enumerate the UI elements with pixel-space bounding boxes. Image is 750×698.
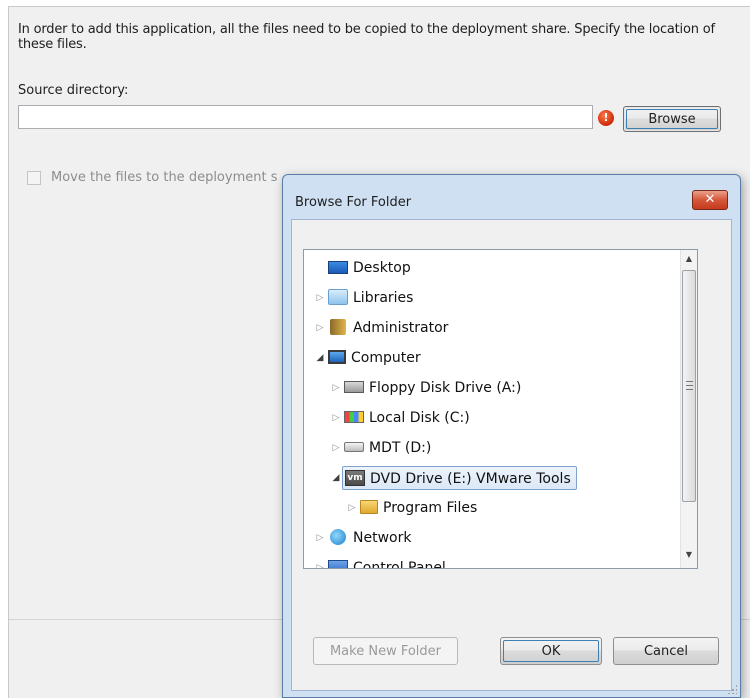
scroll-down-icon[interactable]: ▼ [681,546,697,563]
error-icon: ! [598,110,614,126]
tree-item-label: Local Disk (C:) [369,410,470,426]
libraries-icon [328,289,348,305]
make-new-folder-button[interactable]: Make New Folder [313,637,458,665]
tree-item-dvd-drive-e-vmware-tools[interactable]: ◢ vm DVD Drive (E:) VMware Tools [330,466,577,490]
cancel-button[interactable]: Cancel [613,637,719,665]
tree-item-content[interactable]: Control Panel [326,556,451,569]
collapsed-arrow-icon[interactable]: ▷ [330,436,342,460]
collapsed-arrow-icon[interactable]: ▷ [314,526,326,550]
tree-item-label: Floppy Disk Drive (A:) [369,380,522,396]
tree-item-computer[interactable]: ◢ Computer [314,346,426,370]
folder-tree[interactable]: Desktop ▷ Libraries ▷ Administrator ◢ Computer… [303,249,698,569]
move-files-label: Move the files to the deployment s [51,170,278,185]
tree-item-network[interactable]: ▷ Network [314,526,416,550]
source-directory-label: Source directory: [18,83,129,98]
tree-item-program-files[interactable]: ▷ Program Files [346,496,482,520]
tree-item-content[interactable]: vm DVD Drive (E:) VMware Tools [342,466,577,490]
dialog-title: Browse For Folder [295,195,412,210]
tree-item-label: Network [353,530,412,546]
user-folder-icon [330,319,346,335]
floppy-drive-icon [344,381,364,393]
tree-item-administrator[interactable]: ▷ Administrator [314,316,453,340]
collapsed-arrow-icon[interactable]: ▷ [330,376,342,400]
vertical-scrollbar[interactable]: ▲ ▼ [680,250,697,568]
tree-item-control-panel[interactable]: ▷ Control Panel [314,556,451,569]
tree-item-label: Computer [351,350,421,366]
scroll-up-icon[interactable]: ▲ [681,250,697,267]
folder-icon [360,500,378,514]
computer-icon [328,350,346,364]
close-icon[interactable]: ✕ [692,190,728,210]
tree-item-mdt-d[interactable]: ▷ MDT (D:) [330,436,436,460]
tree-item-content[interactable]: Computer [326,346,426,370]
tree-item-label: MDT (D:) [369,440,432,456]
tree-item-label: Libraries [353,290,414,306]
tree-item-label: Program Files [383,500,478,516]
tree-item-floppy-disk-drive-a[interactable]: ▷ Floppy Disk Drive (A:) [330,376,526,400]
browse-button[interactable]: Browse [623,106,721,132]
expanded-arrow-icon[interactable]: ◢ [314,346,326,370]
desktop-icon [328,260,348,274]
tree-item-label: Administrator [353,320,449,336]
control-panel-icon [328,560,348,568]
tree-item-label: Desktop [353,260,411,276]
tree-item-content[interactable]: Local Disk (C:) [342,406,475,430]
tree-item-content[interactable]: MDT (D:) [342,436,436,460]
tree-item-content[interactable]: Desktop [326,256,416,280]
collapsed-arrow-icon[interactable]: ▷ [314,316,326,340]
tree-item-content[interactable]: Floppy Disk Drive (A:) [342,376,526,400]
tree-item-label: DVD Drive (E:) VMware Tools [370,471,571,487]
intro-text: In order to add this application, all th… [18,22,715,52]
tree-item-content[interactable]: Administrator [326,316,453,340]
drive-icon [344,442,364,452]
tree-item-desktop[interactable]: Desktop [314,256,416,280]
tree-item-content[interactable]: Network [326,526,416,550]
tree-item-content[interactable]: Program Files [358,496,482,520]
tree-item-content[interactable]: Libraries [326,286,418,310]
expanded-arrow-icon[interactable]: ◢ [330,466,342,490]
collapsed-arrow-icon[interactable]: ▷ [314,556,326,568]
scroll-grip-icon [686,381,693,390]
tree-item-libraries[interactable]: ▷ Libraries [314,286,418,310]
scroll-thumb[interactable] [682,270,696,502]
dvd-drive-icon: vm [345,470,365,486]
source-directory-input[interactable] [18,105,593,129]
browse-for-folder-dialog: Browse For Folder ✕ Desktop ▷ Libraries ▷ Ad… [282,174,741,698]
collapsed-arrow-icon[interactable]: ▷ [330,406,342,430]
collapsed-arrow-icon[interactable]: ▷ [314,286,326,310]
ok-button[interactable]: OK [500,637,602,665]
move-files-checkbox[interactable] [27,171,41,185]
network-icon [330,529,346,545]
local-disk-icon [344,411,364,423]
collapsed-arrow-icon[interactable]: ▷ [346,496,358,520]
tree-item-local-disk-c[interactable]: ▷ Local Disk (C:) [330,406,475,430]
tree-item-label: Control Panel [353,560,446,569]
